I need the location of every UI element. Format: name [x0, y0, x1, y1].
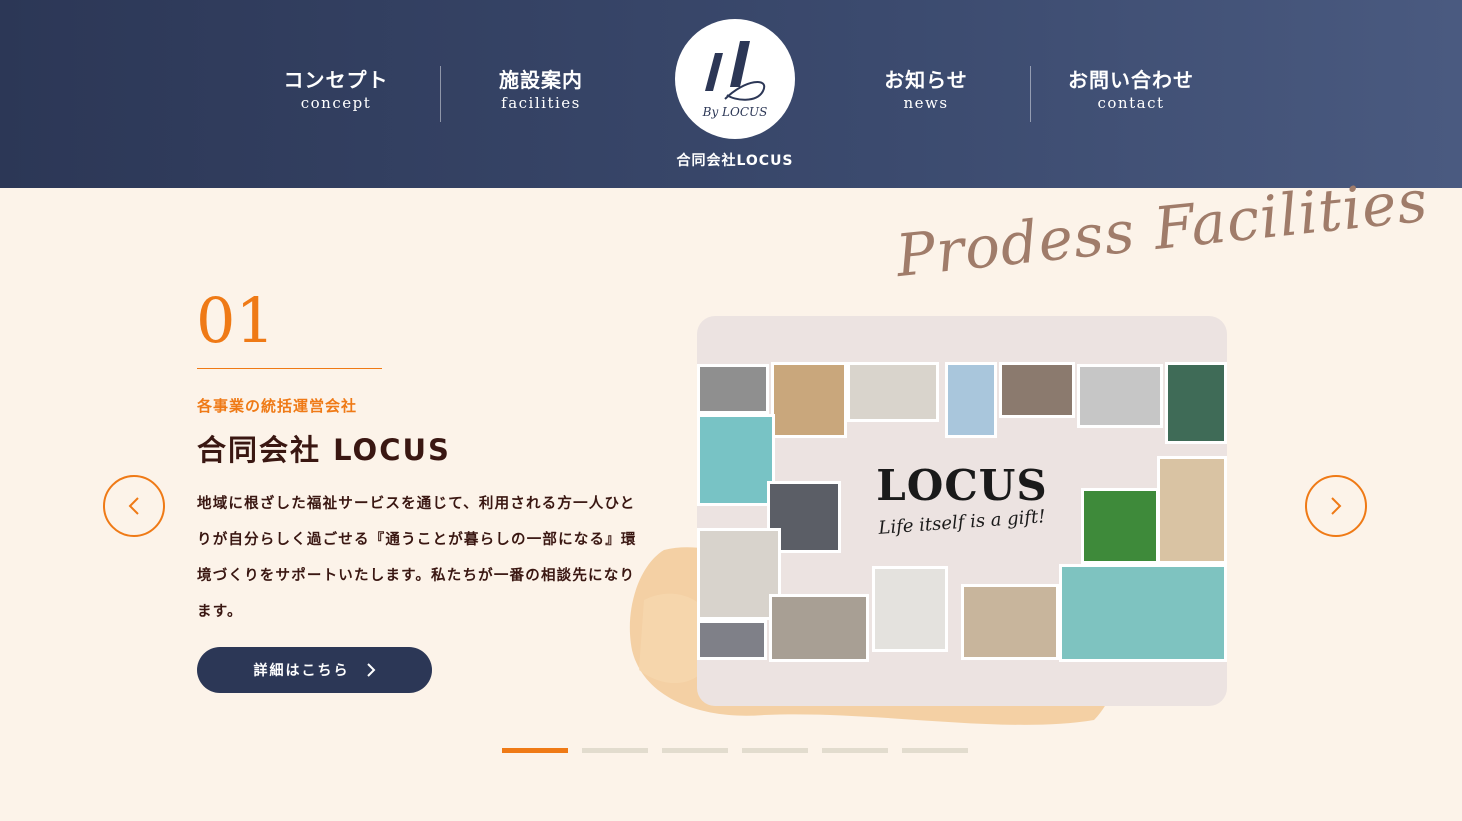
collage-photo [945, 362, 997, 438]
chevron-left-icon [128, 497, 139, 515]
nav-contact-jp: お問い合わせ [1068, 68, 1194, 92]
pagination-dot[interactable] [582, 748, 648, 753]
collage-photo [1157, 456, 1227, 564]
collage-photo [999, 362, 1075, 418]
collage-photo [1059, 564, 1227, 662]
pagination-dot[interactable] [662, 748, 728, 753]
collage-photo [847, 362, 939, 422]
collage-photo [771, 362, 847, 438]
nav-concept[interactable]: コンセプト concept [236, 66, 436, 122]
collage-photo [697, 414, 775, 506]
collage-brand: LOCUS [876, 461, 1048, 510]
chevron-right-icon [366, 663, 375, 677]
slide-title: 合同会社 LOCUS [197, 433, 451, 467]
nav-concept-en: concept [300, 94, 372, 112]
collage-photo [961, 584, 1059, 660]
logo-mark-icon [705, 41, 766, 101]
collage-photo [697, 620, 767, 660]
nav-news[interactable]: お知らせ news [826, 66, 1026, 122]
slide-subtitle: 各事業の統括運営会社 [197, 397, 358, 415]
nav-news-jp: お知らせ [884, 68, 968, 92]
nav-contact-en: contact [1097, 94, 1165, 112]
nav-concept-jp: コンセプト [283, 68, 389, 92]
collage-photo [1081, 488, 1159, 564]
facility-collage-image: LOCUS Life itself is a gift! [697, 316, 1227, 706]
logo-subtext: By LOCUS [702, 105, 768, 119]
pagination-dot[interactable] [822, 748, 888, 753]
slide-description: 地域に根ざした福祉サービスを通じて、利用される方一人ひとりが自分らしく過ごせる『… [197, 496, 637, 620]
collage-photo [1165, 362, 1227, 444]
nav-news-en: news [903, 94, 949, 112]
slide-divider [197, 368, 382, 369]
pagination-dot[interactable] [502, 748, 568, 753]
collage-photo [1077, 364, 1163, 428]
collage-photo [769, 594, 869, 662]
nav-contact[interactable]: お問い合わせ contact [1031, 66, 1231, 122]
nav-facilities-en: facilities [501, 94, 581, 112]
nav-facilities-jp: 施設案内 [499, 68, 583, 92]
nav-facilities[interactable]: 施設案内 facilities [441, 66, 641, 122]
logo[interactable]: By LOCUS [675, 19, 795, 139]
chevron-right-icon [1331, 497, 1342, 515]
collage-photo [697, 364, 769, 414]
detail-button[interactable]: 詳細はこちら [197, 647, 432, 693]
pagination-dot[interactable] [742, 748, 808, 753]
slider-next-button[interactable] [1305, 475, 1367, 537]
slide-number: 01 [196, 284, 275, 357]
slider-prev-button[interactable] [103, 475, 165, 537]
collage-photo [872, 566, 948, 652]
detail-button-label: 詳細はこちら [253, 663, 350, 679]
company-name: 合同会社LOCUS [676, 153, 794, 169]
site-header: コンセプト concept 施設案内 facilities By LOCUS 合… [0, 0, 1462, 188]
pagination-dot[interactable] [902, 748, 968, 753]
slider-pagination [502, 748, 968, 753]
